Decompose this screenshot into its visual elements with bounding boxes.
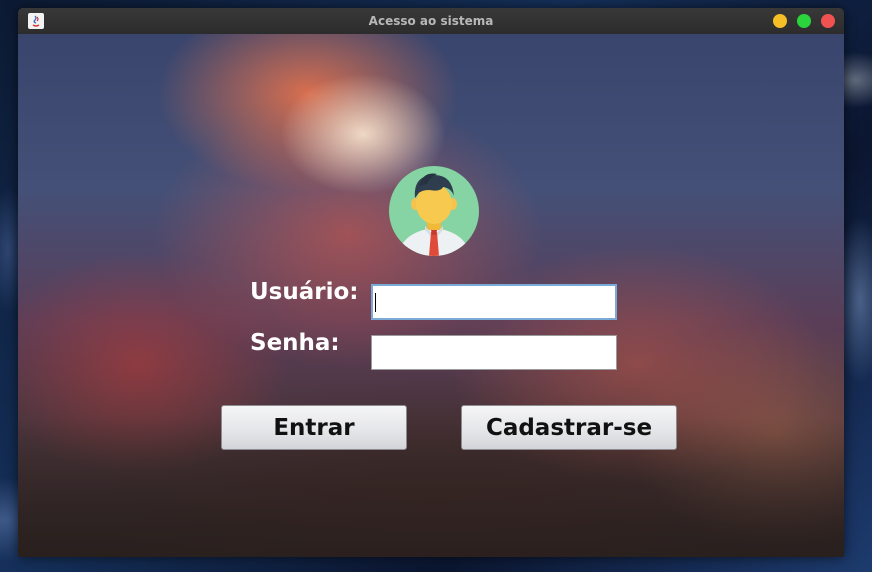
password-input[interactable]: [371, 335, 617, 370]
window-controls: [773, 14, 835, 28]
enter-button[interactable]: Entrar: [221, 405, 407, 450]
username-label: Usuário:: [250, 279, 359, 305]
maximize-button[interactable]: [797, 14, 811, 28]
user-avatar-icon: [389, 166, 479, 256]
java-app-icon: [28, 13, 44, 29]
password-label: Senha:: [250, 330, 340, 356]
window-title: Acesso ao sistema: [368, 14, 494, 28]
close-button[interactable]: [821, 14, 835, 28]
minimize-button[interactable]: [773, 14, 787, 28]
login-panel: Usuário: Senha: Entrar Cadastrar-se: [18, 34, 844, 557]
username-input[interactable]: [371, 284, 617, 320]
text-cursor: [375, 293, 376, 312]
login-window: Acesso ao sistema Usuário: Senha: Entrar…: [18, 8, 844, 557]
title-bar[interactable]: Acesso ao sistema: [18, 8, 844, 34]
register-button[interactable]: Cadastrar-se: [461, 405, 677, 450]
